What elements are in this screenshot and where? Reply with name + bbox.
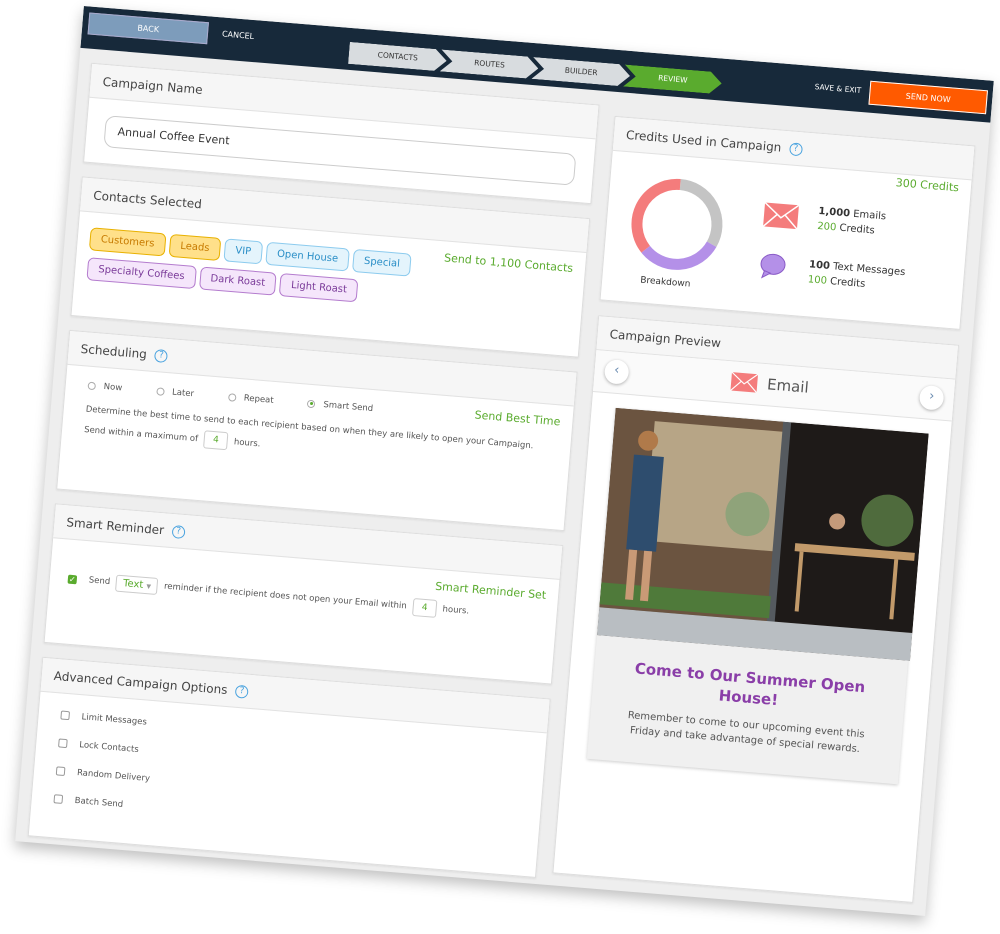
text-credits: 100 Text Messages 100 Credits <box>807 259 906 290</box>
reminder-hours-input[interactable]: 4 <box>411 597 438 618</box>
credits-card: Credits Used in Campaign? 300 Credits Br… <box>599 115 976 330</box>
credits-total: 300 Credits <box>895 176 960 195</box>
envelope-icon <box>730 371 759 394</box>
donut-segment-email <box>631 178 681 253</box>
send-label: Send <box>88 575 111 588</box>
step-builder[interactable]: BUILDER <box>531 57 630 87</box>
next-arrow-icon[interactable]: › <box>918 384 945 411</box>
dropdown-arrow-icon: ▼ <box>146 582 152 590</box>
advanced-title: Advanced Campaign Options <box>53 668 229 698</box>
reminder-checkbox[interactable]: ✓ <box>67 574 78 584</box>
chat-bubble-icon <box>760 253 786 279</box>
reminder-type-select[interactable]: Text ▼ <box>115 574 159 595</box>
tag-special[interactable]: Special <box>352 248 412 277</box>
channel-label: Email <box>728 371 809 397</box>
step-contacts[interactable]: CONTACTS <box>348 42 447 72</box>
save-exit-link[interactable]: SAVE & EXIT <box>814 82 861 95</box>
contacts-selected-card: Contacts Selected Send to 1,100 Contacts… <box>70 176 591 358</box>
campaign-preview-card: Campaign Preview ‹ Email › Come to Our S… <box>552 315 960 903</box>
step-review[interactable]: REVIEW <box>623 65 722 95</box>
reminder-text: reminder if the recipient does not open … <box>163 581 408 612</box>
tag-light-roast[interactable]: Light Roast <box>279 273 359 303</box>
envelope-icon <box>762 201 800 230</box>
tag-vip[interactable]: VIP <box>223 238 264 265</box>
step-routes[interactable]: ROUTES <box>440 49 539 79</box>
card-title: Credits Used in Campaign? <box>612 116 975 181</box>
send-now-button[interactable]: SEND NOW <box>868 80 988 115</box>
tag-customers[interactable]: Customers <box>88 227 167 257</box>
credits-title: Credits Used in Campaign <box>625 127 782 155</box>
donut-segment-gray <box>679 178 723 248</box>
advanced-options-card: Advanced Campaign Options? Limit Message… <box>27 656 551 878</box>
smart-reminder-title: Smart Reminder <box>65 515 165 538</box>
tag-specialty-coffees[interactable]: Specialty Coffees <box>86 257 197 290</box>
credits-donut-chart <box>631 178 723 270</box>
cancel-link[interactable]: CANCEL <box>222 29 255 41</box>
back-button[interactable]: BACK <box>87 12 209 45</box>
tag-open-house[interactable]: Open House <box>265 241 350 272</box>
previous-arrow-icon[interactable]: ‹ <box>603 358 630 385</box>
tag-dark-roast[interactable]: Dark Roast <box>198 266 278 296</box>
help-icon[interactable]: ? <box>154 349 169 364</box>
scheduling-card: Scheduling? Send Best Time Now Later Rep… <box>56 329 578 532</box>
max-hours-input[interactable]: 4 <box>203 430 229 451</box>
scheduling-title: Scheduling <box>80 341 148 362</box>
donut-segment-text <box>641 241 717 270</box>
tag-leads[interactable]: Leads <box>168 233 222 261</box>
help-icon[interactable]: ? <box>234 684 249 699</box>
email-preview: Come to Our Summer Open House! Remember … <box>586 407 929 785</box>
progress-steps: CONTACTS ROUTES BUILDER REVIEW <box>348 42 717 94</box>
email-credits: 1,000 Emails 200 Credits <box>816 205 887 237</box>
campaign-review-page: BACK CANCEL CONTACTS ROUTES BUILDER REVI… <box>15 6 994 916</box>
help-icon[interactable]: ? <box>788 142 803 157</box>
help-icon[interactable]: ? <box>171 525 186 540</box>
smart-reminder-card: Smart Reminder? Smart Reminder Set ✓ Sen… <box>43 503 564 685</box>
coffee-shop-photo <box>597 407 929 661</box>
breakdown-label: Breakdown <box>639 275 691 290</box>
